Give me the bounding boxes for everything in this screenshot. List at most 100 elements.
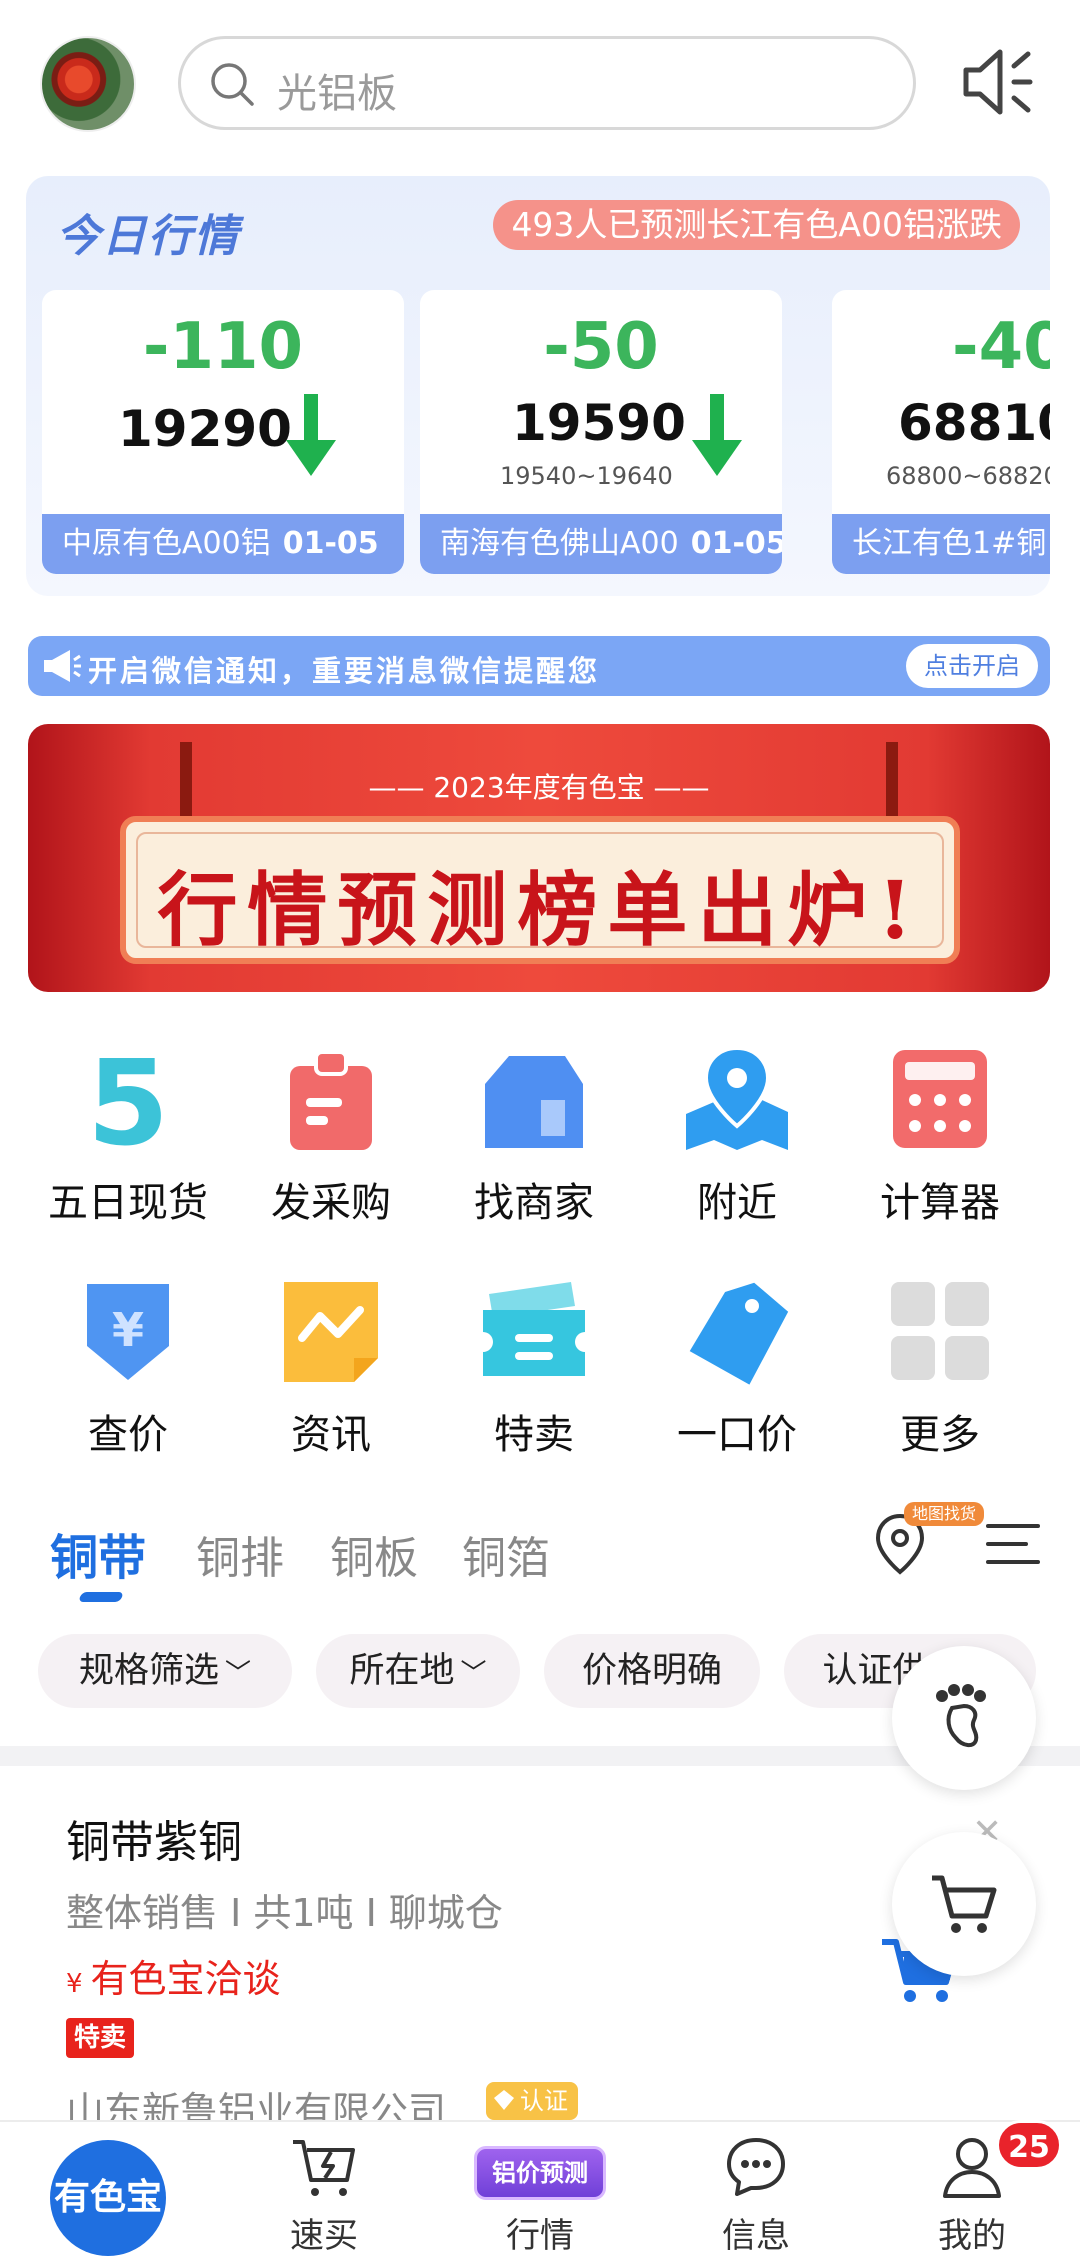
search-placeholder: 光铝板: [277, 71, 397, 117]
map-search-badge: 地图找货: [904, 1502, 985, 1526]
grid-label: 计算器: [880, 1180, 1000, 1226]
product-meta: 整体销售 I 共1吨 I 聊城仓: [66, 1891, 503, 1935]
svg-text:5: 5: [87, 1044, 169, 1154]
cert-label: 认证: [520, 2087, 568, 2115]
grid-item-news[interactable]: 资讯: [231, 1276, 431, 1460]
enable-notice-button[interactable]: 点击开启: [906, 644, 1038, 688]
menu-icon[interactable]: [986, 1522, 1040, 1566]
arrow-down-icon: [286, 394, 336, 476]
quote-name: 中原有色A00铝: [62, 526, 271, 561]
cart-icon: [932, 1875, 997, 1933]
tab-copper-bar[interactable]: 铜排: [196, 1522, 284, 1586]
quote-date: 01-05: [282, 526, 379, 561]
grid-item-five-day-spot[interactable]: 5 五日现货: [28, 1044, 228, 1228]
home-logo-button[interactable]: 有色宝: [50, 2140, 166, 2256]
quote-footer: 中原有色A00铝 01-05: [42, 514, 404, 574]
tab-copper-plate[interactable]: 铜板: [330, 1522, 418, 1586]
filter-spec-chip[interactable]: 规格筛选 ﹀: [38, 1634, 292, 1708]
quote-range: 19540~19640: [500, 462, 673, 490]
quote-date: 01-05: [690, 526, 782, 561]
banner-subtitle: —— 2023年度有色宝 ——: [368, 771, 710, 804]
wechat-notice-bar[interactable]: 开启微信通知，重要消息微信提醒您 点击开启: [28, 636, 1050, 696]
nav-label: 我的: [938, 2216, 1006, 2256]
quote-change: -40: [952, 310, 1050, 384]
grid-label: 发采购: [271, 1180, 391, 1226]
grid-label: 附近: [697, 1180, 777, 1226]
search-bar[interactable]: 光铝板: [178, 36, 916, 130]
nav-messages[interactable]: 信息: [686, 2134, 826, 2257]
chevron-down-icon: ﹀: [225, 1659, 252, 1689]
quote-price: 19590: [512, 394, 686, 452]
grid-label: 五日现货: [48, 1180, 208, 1226]
grid-label: 找商家: [474, 1180, 594, 1226]
quote-card[interactable]: -110 19290 中原有色A00铝 01-05: [42, 290, 404, 574]
quote-card[interactable]: -40 68810 68800~68820 长江有色1#铜: [832, 290, 1050, 574]
chip-label: 价格明确: [581, 1651, 722, 1691]
bottom-nav: 有色宝 速买 行情 铝价预测 信息 我的 25: [0, 2120, 1080, 2265]
grid-label: 查价: [88, 1412, 168, 1458]
clipboard-icon: [290, 1050, 372, 1150]
filter-location-chip[interactable]: 所在地 ﹀: [316, 1634, 520, 1708]
avatar[interactable]: [40, 36, 136, 132]
notification-badge: 25: [996, 2120, 1062, 2170]
grid-item-find-merchant[interactable]: 找商家: [434, 1044, 634, 1228]
arrow-down-icon: [692, 394, 742, 476]
shop-icon: [485, 1056, 583, 1148]
cart-button[interactable]: [892, 1832, 1036, 1976]
chevron-down-icon: ﹀: [460, 1659, 487, 1689]
grid-item-calculator[interactable]: 计算器: [840, 1044, 1040, 1228]
grid-label: 更多: [900, 1412, 980, 1458]
aluminum-forecast-badge[interactable]: 铝价预测: [474, 2146, 606, 2200]
grid-label: 一口价: [677, 1412, 797, 1458]
quote-footer: 长江有色1#铜: [832, 514, 1050, 574]
price-tag-icon: [689, 1282, 789, 1385]
grid-item-check-price[interactable]: ¥ 查价: [28, 1276, 228, 1460]
banner-plaque: 行情预测榜单出炉!: [120, 816, 960, 964]
nav-label: 速买: [290, 2216, 358, 2256]
quick-buy-cart-icon: [293, 2140, 355, 2196]
market-title: 今日行情: [56, 211, 240, 262]
yen-shield-icon: ¥: [87, 1284, 169, 1380]
tab-copper-foil[interactable]: 铜箔: [462, 1522, 550, 1586]
quote-range: 68800~68820: [886, 462, 1050, 490]
quote-footer: 南海有色佛山A00 01-05: [420, 514, 782, 574]
footprint-button[interactable]: [892, 1646, 1036, 1790]
prediction-banner[interactable]: 493人已预测长江有色A00铝涨跌: [493, 200, 1020, 250]
svg-text:¥: ¥: [112, 1303, 144, 1357]
currency-symbol: ¥: [66, 1969, 83, 1999]
diamond-icon: [494, 2090, 514, 2110]
promo-banner[interactable]: —— 2023年度有色宝 —— 行情预测榜单出炉!: [28, 724, 1050, 992]
map-pin-icon: [686, 1045, 788, 1150]
notice-text: 开启微信通知，重要消息微信提醒您: [88, 654, 601, 688]
header: 光铝板: [0, 0, 1080, 170]
tab-copper-strip[interactable]: 铜带: [50, 1518, 146, 1588]
grid-item-fixed-price[interactable]: 一口价: [637, 1276, 837, 1460]
special-sale-tag: 特卖: [66, 2018, 135, 2058]
active-tab-indicator: [78, 1592, 124, 1602]
grid-item-post-purchase[interactable]: 发采购: [231, 1044, 431, 1228]
grid-label: 资讯: [291, 1412, 371, 1458]
five-icon: 5: [87, 1044, 169, 1154]
more-grid-icon: [891, 1282, 989, 1380]
certified-badge: 认证: [486, 2082, 578, 2120]
ticket-icon: [483, 1282, 585, 1376]
quote-card[interactable]: -50 19590 19540~19640 南海有色佛山A00 01-05: [420, 290, 782, 574]
chip-label: 所在地: [349, 1651, 455, 1691]
grid-item-more[interactable]: 更多: [840, 1276, 1040, 1460]
price-text: 有色宝洽谈: [90, 1957, 281, 2001]
speaker-icon[interactable]: [958, 44, 1036, 120]
megaphone-icon: [44, 650, 81, 682]
grid-item-nearby[interactable]: 附近: [637, 1044, 837, 1228]
product-price: ¥ 有色宝洽谈: [66, 1948, 281, 2003]
calculator-icon: [893, 1050, 987, 1148]
filter-clear-price-chip[interactable]: 价格明确: [544, 1634, 760, 1708]
today-market-card: 今日行情 493人已预测长江有色A00铝涨跌 -110 19290 中原有色A0…: [26, 176, 1050, 596]
quote-name: 长江有色1#铜: [852, 526, 1047, 561]
search-icon: [211, 63, 254, 106]
quote-change: -110: [142, 310, 304, 384]
quote-name: 南海有色佛山A00: [440, 526, 679, 561]
nav-quick-buy[interactable]: 速买: [254, 2134, 394, 2257]
grid-item-special-sale[interactable]: 特卖: [434, 1276, 634, 1460]
banner-headline: 行情预测榜单出炉!: [157, 863, 923, 957]
product-name: 铜带紫铜: [66, 1817, 242, 1868]
